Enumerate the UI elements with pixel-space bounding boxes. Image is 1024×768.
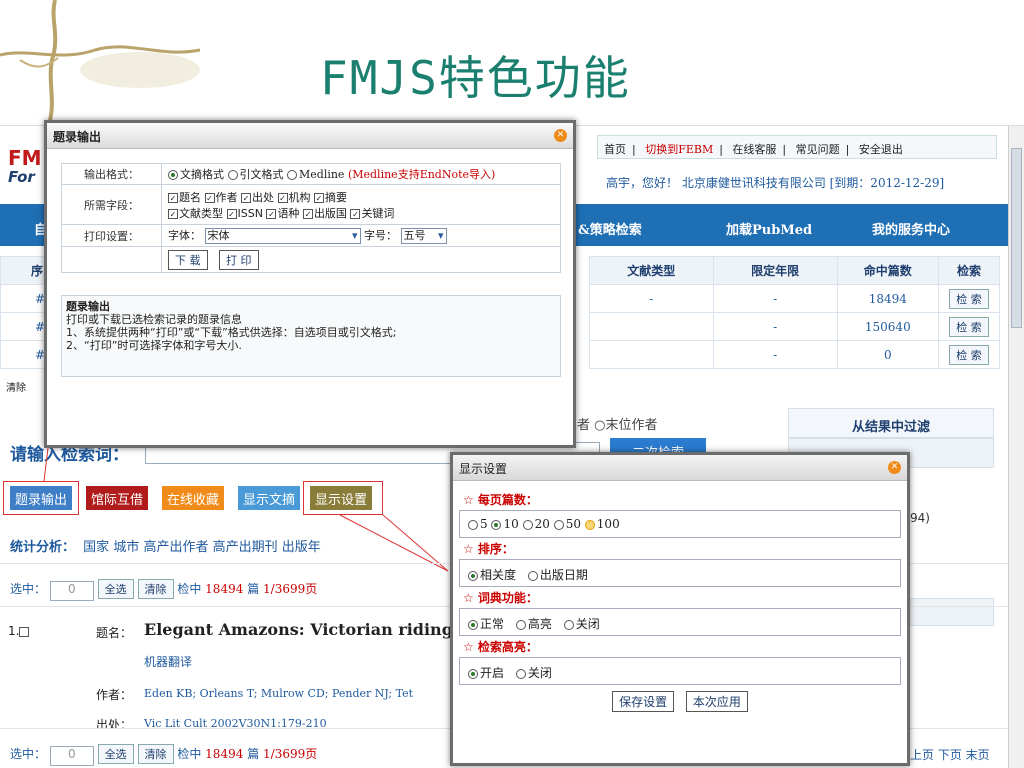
display-dialog-title: 显示设置 [453,455,907,481]
clear-selection-button[interactable]: 清除 [137,744,174,764]
select-label: 选中： [10,582,47,596]
machine-translate-link[interactable]: 机器翻译 [144,653,192,670]
close-icon[interactable]: ✕ [554,129,567,142]
select-all-button[interactable]: 全选 [97,579,134,599]
stats-bar: 统计分析： 国家 城市 高产出作者 高产出期刊 出版年 [10,536,321,555]
result-checkbox[interactable] [19,626,30,637]
export-help-panel: 题录输出 打印或下载已选检索记录的题录信息 1、系统提供两种“打印”或“下载”格… [61,295,561,377]
result-index: 1. [8,624,30,638]
stats-link-author[interactable]: 高产出作者 [143,540,208,555]
decorative-branch-image [0,0,201,120]
stats-link-journal[interactable]: 高产出期刊 [213,540,278,555]
result-title-link[interactable]: Elegant Amazons: Victorian riding h [144,620,470,639]
result-authors[interactable]: Eden KB; Orleans T; Mulrow CD; Pender NJ… [144,687,413,700]
per-page-options: 5 10 20 50 100 [459,510,901,538]
font-select[interactable]: 宋体 ▾ [204,228,361,244]
print-label: 打印设置： [61,224,162,247]
medline-note: (Medline支持EndNote导入) [347,168,496,181]
export-dialog-title: 题录输出 [47,123,573,149]
author-label: 作者： [96,688,133,702]
export-dialog: 题录输出 ✕ 输出格式： 文摘格式 引文格式 Medline (Medline支… [44,120,576,448]
slide-title: FMJS特色功能 [320,51,631,105]
export-options-table: 输出格式： 文摘格式 引文格式 Medline (Medline支持EndNot… [61,163,561,273]
radio-abstract-format[interactable] [168,170,178,180]
help-title: 题录输出 [66,300,110,313]
close-icon[interactable]: ✕ [888,461,901,474]
select-bar-bottom: 选中： 0 全选 清除 检中 18494 篇 1/3699页 [10,744,317,766]
select-bar: 选中： 0 全选 清除 检中 18494 篇 1/3699页 [10,579,317,601]
found-count: 18494 [205,582,244,596]
per-page-label: ☆ 每页篇数： [463,493,538,507]
clear-selection-button[interactable]: 清除 [137,579,174,599]
sort-label: ☆ 排序： [463,542,514,556]
size-select[interactable]: 五号 ▾ [400,228,447,244]
format-label: 输出格式： [61,163,162,185]
print-button[interactable]: 打 印 [219,249,259,270]
scrollbar-thumb[interactable] [1011,148,1022,328]
stats-link-year[interactable]: 出版年 [282,540,321,555]
display-settings-dialog: 显示设置 ✕ ☆ 每页篇数： 5 10 20 50 100 ☆ 排序： 相关度 … [450,452,910,766]
fields-label: 所需字段： [61,184,162,225]
page-scrollbar[interactable] [1008,126,1024,768]
dictionary-label: ☆ 词典功能： [463,591,538,605]
stats-label: 统计分析： [10,540,76,555]
pager[interactable]: 上页 下页 末页 [910,746,990,763]
highlight-options: 开启 关闭 [459,657,901,685]
radio-citation-format[interactable] [227,170,238,180]
download-button[interactable]: 下 载 [168,249,208,270]
checkbox-field[interactable]: ✓ [168,192,178,203]
sort-options: 相关度 出版日期 [459,559,901,587]
dictionary-options: 正常 高亮 关闭 [459,608,901,636]
highlight-label: ☆ 检索高亮： [463,640,538,654]
save-settings-button[interactable]: 保存设置 [612,691,675,712]
stats-link-city[interactable]: 城市 [113,540,139,555]
selected-count-field[interactable]: 0 [49,746,94,766]
radio-medline-format[interactable] [287,170,297,180]
selected-count-field[interactable]: 0 [49,581,94,601]
stats-link-country[interactable]: 国家 [83,540,109,555]
apply-once-button[interactable]: 本次应用 [685,691,748,712]
select-all-button[interactable]: 全选 [97,744,134,764]
title-label: 题名： [96,626,133,640]
page-info: 1/3699页 [263,582,318,596]
